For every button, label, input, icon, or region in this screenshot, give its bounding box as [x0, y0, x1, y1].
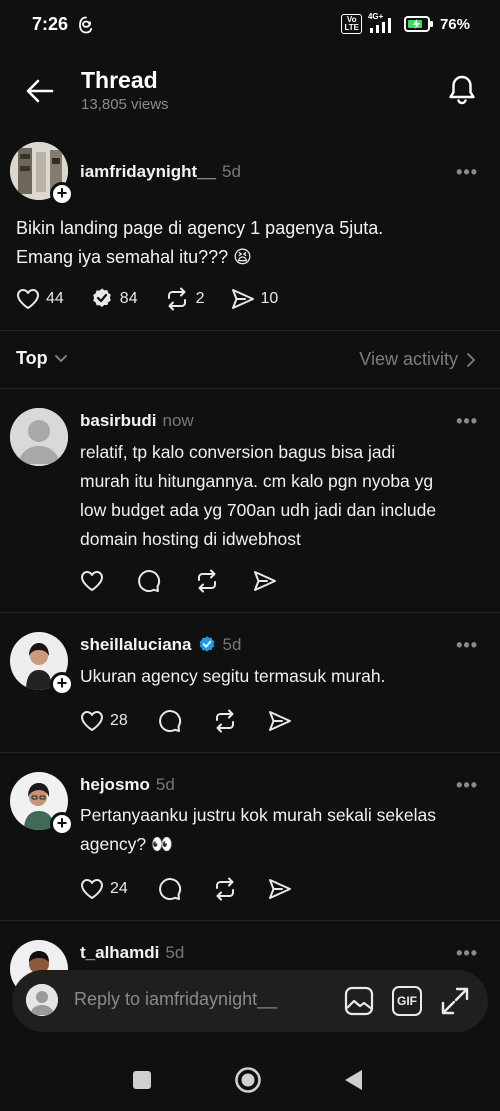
like-count: 24	[110, 880, 128, 897]
recent-apps-button[interactable]	[132, 1070, 152, 1090]
divider	[0, 330, 500, 331]
gif-button[interactable]: GIF	[392, 986, 422, 1016]
system-navigation-bar	[0, 1040, 500, 1111]
comment-count: 84	[119, 290, 138, 307]
share-button[interactable]: 10	[231, 288, 279, 310]
heart-icon[interactable]	[80, 570, 104, 592]
repost-count: 2	[195, 290, 205, 307]
more-options-icon[interactable]: •••	[456, 162, 478, 183]
comment-icon[interactable]	[137, 569, 161, 593]
heart-icon	[81, 879, 103, 899]
volte-icon: Vo LTE	[341, 14, 362, 34]
reply-username[interactable]: hejosmo	[80, 775, 150, 794]
reply-username-row: sheillaluciana 5d	[80, 635, 241, 655]
home-button[interactable]	[234, 1066, 262, 1094]
send-icon[interactable]	[268, 878, 292, 900]
chevron-down-icon	[54, 354, 67, 362]
reply-username[interactable]: basirbudi	[80, 411, 157, 430]
expand-icon[interactable]	[440, 986, 470, 1016]
sort-dropdown[interactable]: Top	[16, 348, 68, 369]
follow-plus-icon[interactable]: +	[50, 182, 74, 206]
repost-icon	[167, 287, 186, 311]
threads-notification-icon	[78, 16, 94, 34]
op-username[interactable]: iamfridaynight__	[80, 162, 216, 181]
reply-username[interactable]: sheillaluciana	[80, 635, 192, 655]
bell-icon[interactable]	[447, 74, 477, 106]
like-count: 28	[110, 712, 128, 729]
like-button[interactable]: 24	[80, 878, 128, 900]
reply-composer[interactable]: Reply to iamfridaynight__ GIF	[12, 970, 488, 1032]
op-time: 5d	[222, 162, 241, 181]
divider	[0, 612, 500, 613]
divider	[0, 920, 500, 921]
back-button[interactable]	[26, 78, 54, 104]
reply-avatar[interactable]	[10, 408, 68, 466]
status-time: 7:26	[32, 14, 69, 34]
reply-username[interactable]: t_alhamdi	[80, 943, 159, 962]
reply-time: 5d	[222, 635, 242, 654]
battery-percent: 76%	[439, 15, 470, 33]
send-icon	[231, 289, 254, 309]
follow-plus-icon[interactable]: +	[50, 812, 74, 836]
reply-text: relatif, tp kalo conversion bagus bisa j…	[80, 442, 437, 549]
reply-username-row: t_alhamdi 5d	[80, 943, 184, 963]
op-text: Bikin landing page di agency 1 pagenya 5…	[16, 218, 384, 267]
chevron-right-icon	[467, 352, 476, 367]
like-button[interactable]: 44	[16, 288, 64, 310]
reply-text: Pertanyaanku justru kok murah sekali sek…	[80, 805, 437, 854]
send-icon[interactable]	[253, 570, 277, 592]
heart-icon	[17, 289, 39, 309]
view-count: 13,805 views	[81, 96, 169, 113]
composer-avatar	[26, 984, 58, 1016]
repost-icon[interactable]	[212, 877, 238, 901]
more-options-icon[interactable]: •••	[456, 775, 478, 796]
signal-icon: 4G+	[368, 12, 398, 34]
more-options-icon[interactable]: •••	[456, 635, 478, 656]
send-icon[interactable]	[268, 710, 292, 732]
comment-icon[interactable]	[158, 877, 182, 901]
page-title: Thread	[81, 67, 158, 93]
follow-plus-icon[interactable]: +	[50, 672, 74, 696]
share-count: 10	[260, 290, 279, 307]
more-options-icon[interactable]: •••	[456, 943, 478, 964]
reply-username-row: hejosmo 5d	[80, 775, 175, 795]
reply-time: 5d	[155, 775, 175, 794]
heart-icon	[81, 711, 103, 731]
repost-icon[interactable]	[212, 709, 238, 733]
divider	[0, 388, 500, 389]
repost-button[interactable]: 2	[164, 287, 205, 311]
repost-icon[interactable]	[194, 569, 220, 593]
comment-button[interactable]: 84	[90, 287, 138, 311]
divider	[0, 752, 500, 753]
image-icon[interactable]	[344, 986, 374, 1016]
reply-actions	[80, 569, 277, 593]
view-activity-link[interactable]: View activity	[359, 349, 476, 370]
composer-actions: GIF	[344, 986, 470, 1016]
battery-icon	[403, 15, 434, 33]
reply-input[interactable]: Reply to iamfridaynight__	[74, 989, 277, 1010]
back-nav-button[interactable]	[343, 1068, 363, 1092]
reply-time: now	[162, 411, 194, 430]
reply-username-row: basirbudi now	[80, 411, 194, 431]
comment-icon[interactable]	[158, 709, 182, 733]
reply-text: Ukuran agency segitu termasuk murah.	[80, 666, 386, 686]
like-count: 44	[46, 290, 64, 307]
verified-badge-icon	[199, 636, 214, 652]
op-username-row: iamfridaynight__ 5d	[80, 162, 241, 182]
like-button[interactable]: 28	[80, 710, 128, 732]
more-options-icon[interactable]: •••	[456, 411, 478, 432]
op-actions: 44 84 2 10	[16, 287, 278, 311]
reply-actions: 28	[80, 709, 292, 733]
verified-comment-icon	[92, 288, 111, 307]
reply-time: 5d	[165, 943, 185, 962]
status-icons: Vo LTE 4G+ 76%	[341, 12, 470, 34]
reply-actions: 24	[80, 877, 292, 901]
